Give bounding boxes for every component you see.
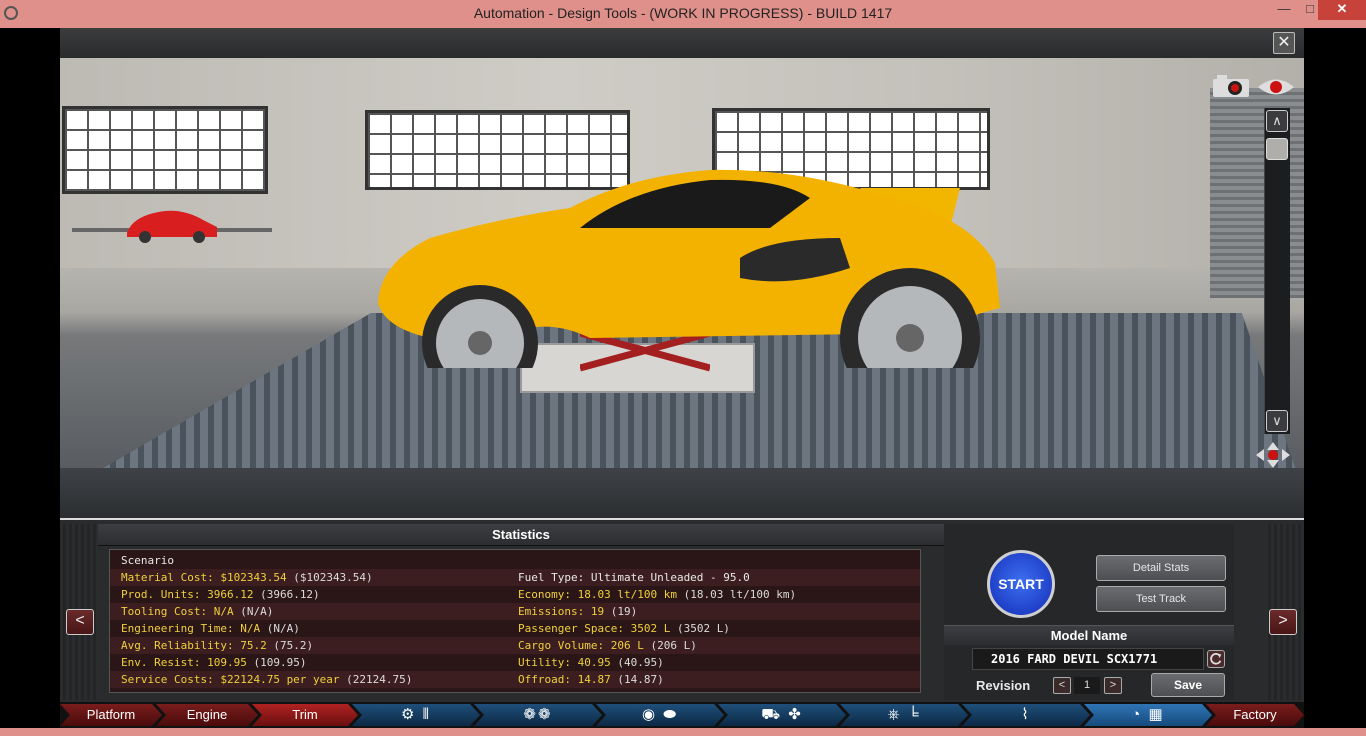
tooling-cost-value: (N/A) <box>240 605 274 618</box>
frame-left <box>0 28 60 736</box>
prod-units-label: Prod. Units: 3966.12 <box>121 588 254 601</box>
zoom-slider-thumb[interactable] <box>1266 138 1288 160</box>
title-bar: Automation - Design Tools - (WORK IN PRO… <box>0 0 1366 28</box>
env-resist-label: Env. Resist: 109.95 <box>121 656 247 669</box>
tab-exhaust[interactable]: ◉ ⬬ <box>596 704 724 726</box>
passenger-space-value: (3502 L) <box>676 622 730 635</box>
viewport-header <box>60 28 1304 58</box>
tooling-cost-label: Tooling Cost: N/A <box>121 605 234 618</box>
move-icon[interactable] <box>1254 440 1292 470</box>
offroad-value: (14.87) <box>617 673 664 686</box>
utility-label: Utility: 40.95 <box>518 656 611 669</box>
tab-engine[interactable]: Engine <box>156 704 258 726</box>
minimize-button[interactable]: — <box>1271 0 1297 20</box>
stats-row: Material Cost: $102343.54 ($102343.54) F… <box>110 569 920 586</box>
car-body-icon: ⛟ ✤ <box>761 706 803 723</box>
garage-window <box>62 106 268 194</box>
emissions-label: Emissions: 19 <box>518 605 605 618</box>
prod-units-value: (3966.12) <box>260 588 320 601</box>
avg-reliability-label: Avg. Reliability: 75.2 <box>121 639 267 652</box>
tab-engine-parts[interactable]: ⚙ ⫴ <box>352 704 480 726</box>
close-viewport-button[interactable]: ✕ <box>1273 32 1295 54</box>
stats-row: Prod. Units: 3966.12 (3966.12) Economy: … <box>110 586 920 603</box>
offroad-label: Offroad: 14.87 <box>518 673 611 686</box>
eye-icon[interactable] <box>1256 76 1296 98</box>
cargo-volume-label: Cargo Volume: 206 L <box>518 639 644 652</box>
turbo-icon: ❁❁ <box>523 706 553 723</box>
zoom-out-button[interactable]: ∨ <box>1266 410 1288 432</box>
service-costs-label: Service Costs: $22124.75 per year <box>121 673 340 686</box>
suspension-icon: ⌇ <box>1021 706 1031 723</box>
material-cost-label: Material Cost: $102343.54 <box>121 571 287 584</box>
stats-row: Avg. Reliability: 75.2 (75.2) Cargo Volu… <box>110 637 920 654</box>
statistics-table: Scenario Material Cost: $102343.54 ($102… <box>109 549 921 693</box>
stats-row: Service Costs: $22124.75 per year (22124… <box>110 671 920 688</box>
test-track-button[interactable]: Test Track <box>1096 586 1226 612</box>
next-page-button[interactable]: > <box>1269 609 1297 635</box>
avg-reliability-value: (75.2) <box>273 639 314 652</box>
start-button[interactable]: START <box>987 550 1055 618</box>
detail-stats-button[interactable]: Detail Stats <box>1096 555 1226 581</box>
fuel-type-label: Fuel Type: Ultimate Unleaded - 95.0 <box>518 571 750 584</box>
material-cost-value: ($102343.54) <box>293 571 373 584</box>
tab-suspension[interactable]: ⌇ <box>962 704 1090 726</box>
tab-factory[interactable]: Factory <box>1206 704 1304 726</box>
save-button[interactable]: Save <box>1151 673 1225 697</box>
env-resist-value: (109.95) <box>253 656 307 669</box>
utility-value: (40.95) <box>617 656 664 669</box>
close-window-button[interactable]: ✕ <box>1318 0 1366 20</box>
model-name-header: Model Name <box>944 625 1234 645</box>
revision-value: 1 <box>1074 677 1100 694</box>
tab-car-body[interactable]: ⛟ ✤ <box>718 704 846 726</box>
cargo-volume-value: (206 L) <box>650 639 697 652</box>
model-name-input[interactable]: 2016 FARD DEVIL SCX1771 <box>972 648 1204 670</box>
refresh-icon[interactable] <box>1207 650 1225 668</box>
tab-interior[interactable]: ⎈ ╘ <box>840 704 968 726</box>
statistics-header: Statistics <box>98 524 944 546</box>
economy-value: (18.03 lt/100 km) <box>683 588 797 601</box>
revision-next-button[interactable]: > <box>1104 677 1122 694</box>
zoom-in-button[interactable]: ∧ <box>1266 110 1288 132</box>
background-car <box>127 210 217 243</box>
camera-icon[interactable] <box>1211 74 1251 98</box>
tab-turbo[interactable]: ❁❁ <box>474 704 602 726</box>
service-costs-value: (22124.75) <box>346 673 413 686</box>
tab-trim[interactable]: Trim <box>252 704 358 726</box>
emissions-value: (19) <box>610 605 638 618</box>
revision-label: Revision <box>976 678 1031 693</box>
engineering-time-label: Engineering Time: N/A <box>121 622 261 635</box>
revision-prev-button[interactable]: < <box>1053 677 1071 694</box>
window-bottom-border <box>0 728 1366 736</box>
exhaust-icon: ◉ ⬬ <box>641 706 679 723</box>
test-drive-icon: ◔ ▦ <box>1131 706 1165 723</box>
car-viewport[interactable] <box>60 58 1304 520</box>
floor-edge <box>60 468 1304 520</box>
scenario-label: Scenario <box>121 554 174 567</box>
stats-row: Tooling Cost: N/A (N/A) Emissions: 19 (1… <box>110 603 920 620</box>
tab-platform[interactable]: Platform <box>60 704 162 726</box>
stats-row: Engineering Time: N/A (N/A) Passenger Sp… <box>110 620 920 637</box>
engineering-time-value: (N/A) <box>266 622 300 635</box>
window-title: Automation - Design Tools - (WORK IN PRO… <box>473 5 893 21</box>
interior-icon: ⎈ ╘ <box>887 706 921 723</box>
frame-right <box>1304 28 1366 736</box>
engine-parts-icon: ⚙ ⫴ <box>401 706 431 723</box>
passenger-space-label: Passenger Space: 3502 L <box>518 622 671 635</box>
stats-row: Env. Resist: 109.95 (109.95) Utility: 40… <box>110 654 920 671</box>
economy-label: Economy: 18.03 lt/100 km <box>518 588 677 601</box>
stats-row: Scenario <box>110 552 920 569</box>
car-model[interactable] <box>370 168 1030 368</box>
tab-test-drive[interactable]: ◔ ▦ <box>1084 704 1212 726</box>
previous-page-button[interactable]: < <box>66 609 94 635</box>
